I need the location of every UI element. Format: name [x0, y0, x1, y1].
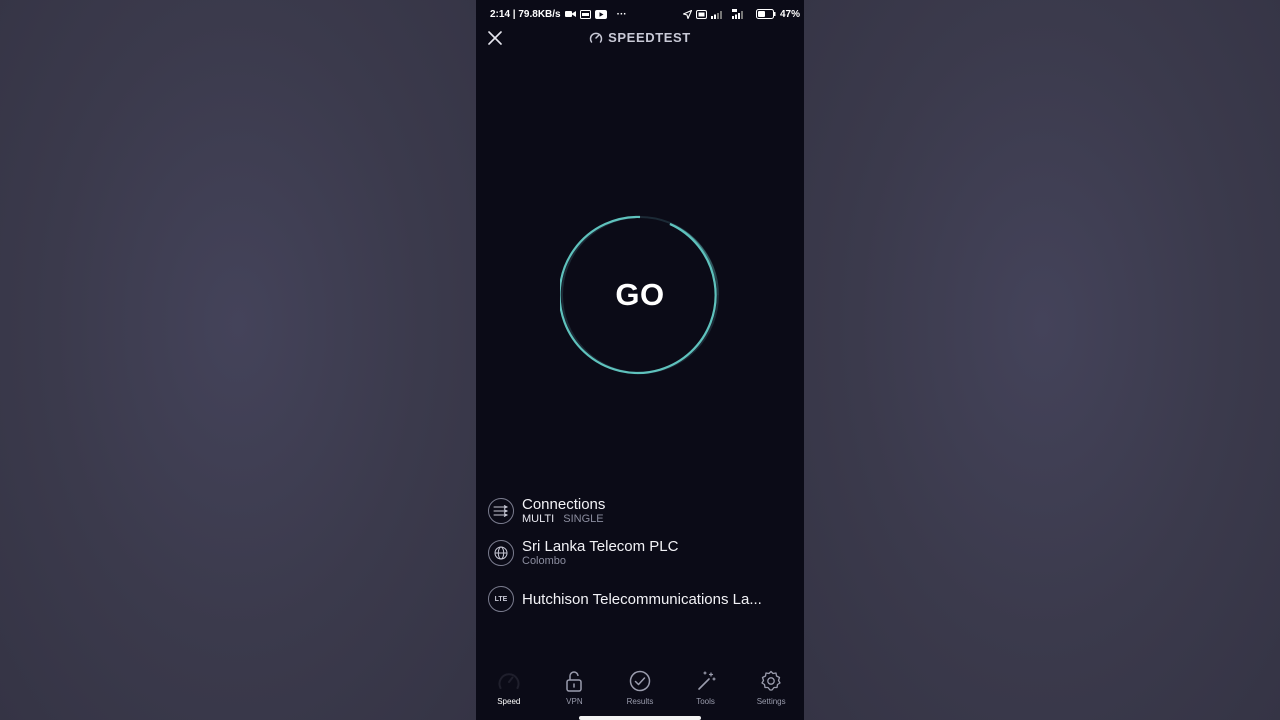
nav-item-speed[interactable]: Speed	[479, 668, 539, 712]
speedometer-icon	[498, 673, 520, 689]
nav-label-speed: Speed	[497, 697, 521, 706]
connections-option-multi[interactable]: MULTI	[522, 513, 554, 525]
provider-name: Hutchison Telecommunications La...	[522, 590, 762, 608]
blurred-background-left	[0, 0, 476, 720]
status-time-speed: 2:14 | 79.8KB/s	[490, 8, 561, 20]
connections-option-single[interactable]: SINGLE	[563, 513, 603, 525]
magic-wand-icon	[697, 671, 716, 690]
connections-options: MULTI SINGLE	[522, 513, 610, 525]
nav-label-vpn: VPN	[566, 697, 583, 706]
gear-icon	[761, 670, 781, 691]
nav-item-tools[interactable]: Tools	[676, 668, 736, 712]
connections-row[interactable]: Connections MULTI SINGLE	[488, 496, 796, 525]
status-more: ···	[616, 8, 627, 20]
speedometer-logo-icon	[589, 32, 603, 43]
volte-icon	[695, 9, 707, 19]
status-bar: 2:14 | 79.8KB/s ··· 47%	[490, 6, 800, 22]
home-indicator[interactable]	[579, 716, 701, 720]
nav-label-tools: Tools	[696, 697, 715, 706]
server-row[interactable]: Sri Lanka Telecom PLC Colombo	[488, 538, 796, 567]
provider-row[interactable]: LTE Hutchison Telecommunications La...	[488, 586, 796, 612]
phone-screen: 2:14 | 79.8KB/s ··· 47% SPEEDTEST GO Con…	[476, 0, 804, 720]
bottom-navigation: Speed VPN Results Tools Settings	[476, 668, 804, 712]
signal-strength-icon	[710, 9, 724, 19]
server-name: Sri Lanka Telecom PLC	[522, 538, 679, 555]
go-label: GO	[615, 277, 665, 312]
4g-signal-icon	[731, 9, 746, 19]
hd-badge-icon	[579, 9, 591, 19]
location-arrow-icon	[682, 9, 692, 19]
youtube-icon	[594, 9, 607, 19]
app-title-text: SPEEDTEST	[608, 30, 691, 45]
battery-percent: 47%	[779, 8, 800, 20]
app-header: SPEEDTEST	[476, 28, 804, 50]
nav-label-results: Results	[626, 697, 654, 706]
video-camera-icon	[564, 9, 576, 19]
blurred-background-right	[804, 0, 1280, 720]
nav-item-vpn[interactable]: VPN	[544, 668, 604, 712]
nav-item-settings[interactable]: Settings	[741, 668, 801, 712]
app-title: SPEEDTEST	[476, 30, 804, 45]
connections-arrows-icon	[488, 497, 514, 524]
check-circle-icon	[629, 670, 651, 692]
lock-icon	[566, 671, 583, 692]
go-button[interactable]: GO	[560, 215, 720, 375]
nav-label-settings: Settings	[756, 697, 786, 706]
server-location: Colombo	[522, 555, 567, 567]
lte-icon: LTE	[488, 586, 514, 612]
connections-title: Connections	[522, 496, 606, 513]
nav-item-results[interactable]: Results	[610, 668, 670, 712]
globe-icon	[488, 539, 514, 566]
battery-icon	[755, 9, 776, 19]
